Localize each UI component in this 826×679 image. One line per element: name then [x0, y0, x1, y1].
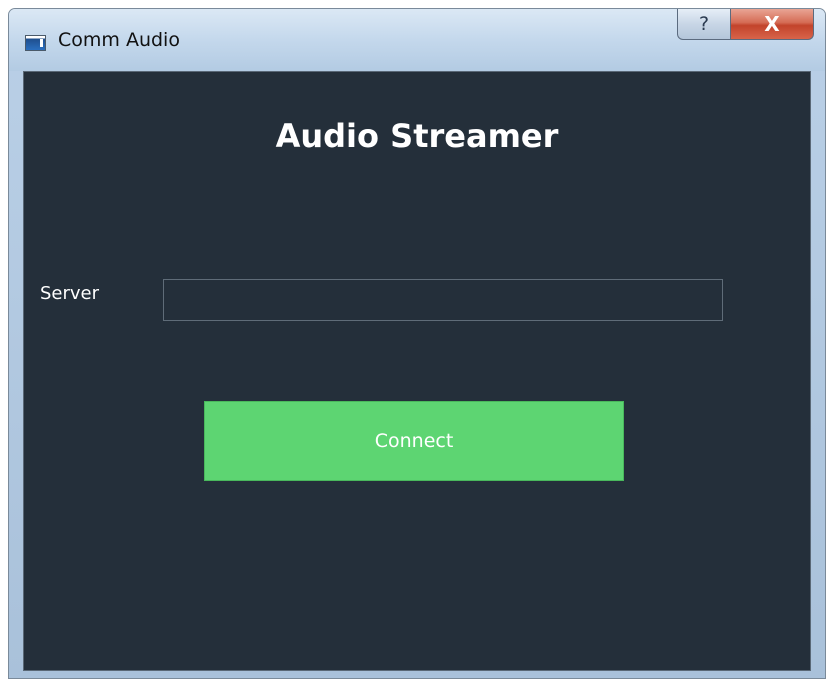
help-button[interactable]: ?: [677, 9, 731, 40]
question-mark-icon: ?: [698, 13, 710, 35]
page-title: Audio Streamer: [275, 117, 559, 155]
close-icon: X: [764, 12, 780, 36]
connect-button-label: Connect: [374, 430, 454, 452]
title-bar[interactable]: Comm Audio ? X: [9, 9, 825, 71]
server-input[interactable]: [163, 279, 723, 321]
window-app-icon[interactable]: [25, 35, 46, 51]
connect-button[interactable]: Connect: [204, 401, 624, 481]
window-title: Comm Audio: [58, 29, 180, 51]
close-button[interactable]: X: [730, 9, 814, 40]
main-panel: Audio Streamer Server Connect: [23, 71, 811, 671]
server-label: Server: [40, 283, 100, 304]
app-window: Comm Audio ? X Audio Streamer Server Con…: [8, 8, 826, 679]
